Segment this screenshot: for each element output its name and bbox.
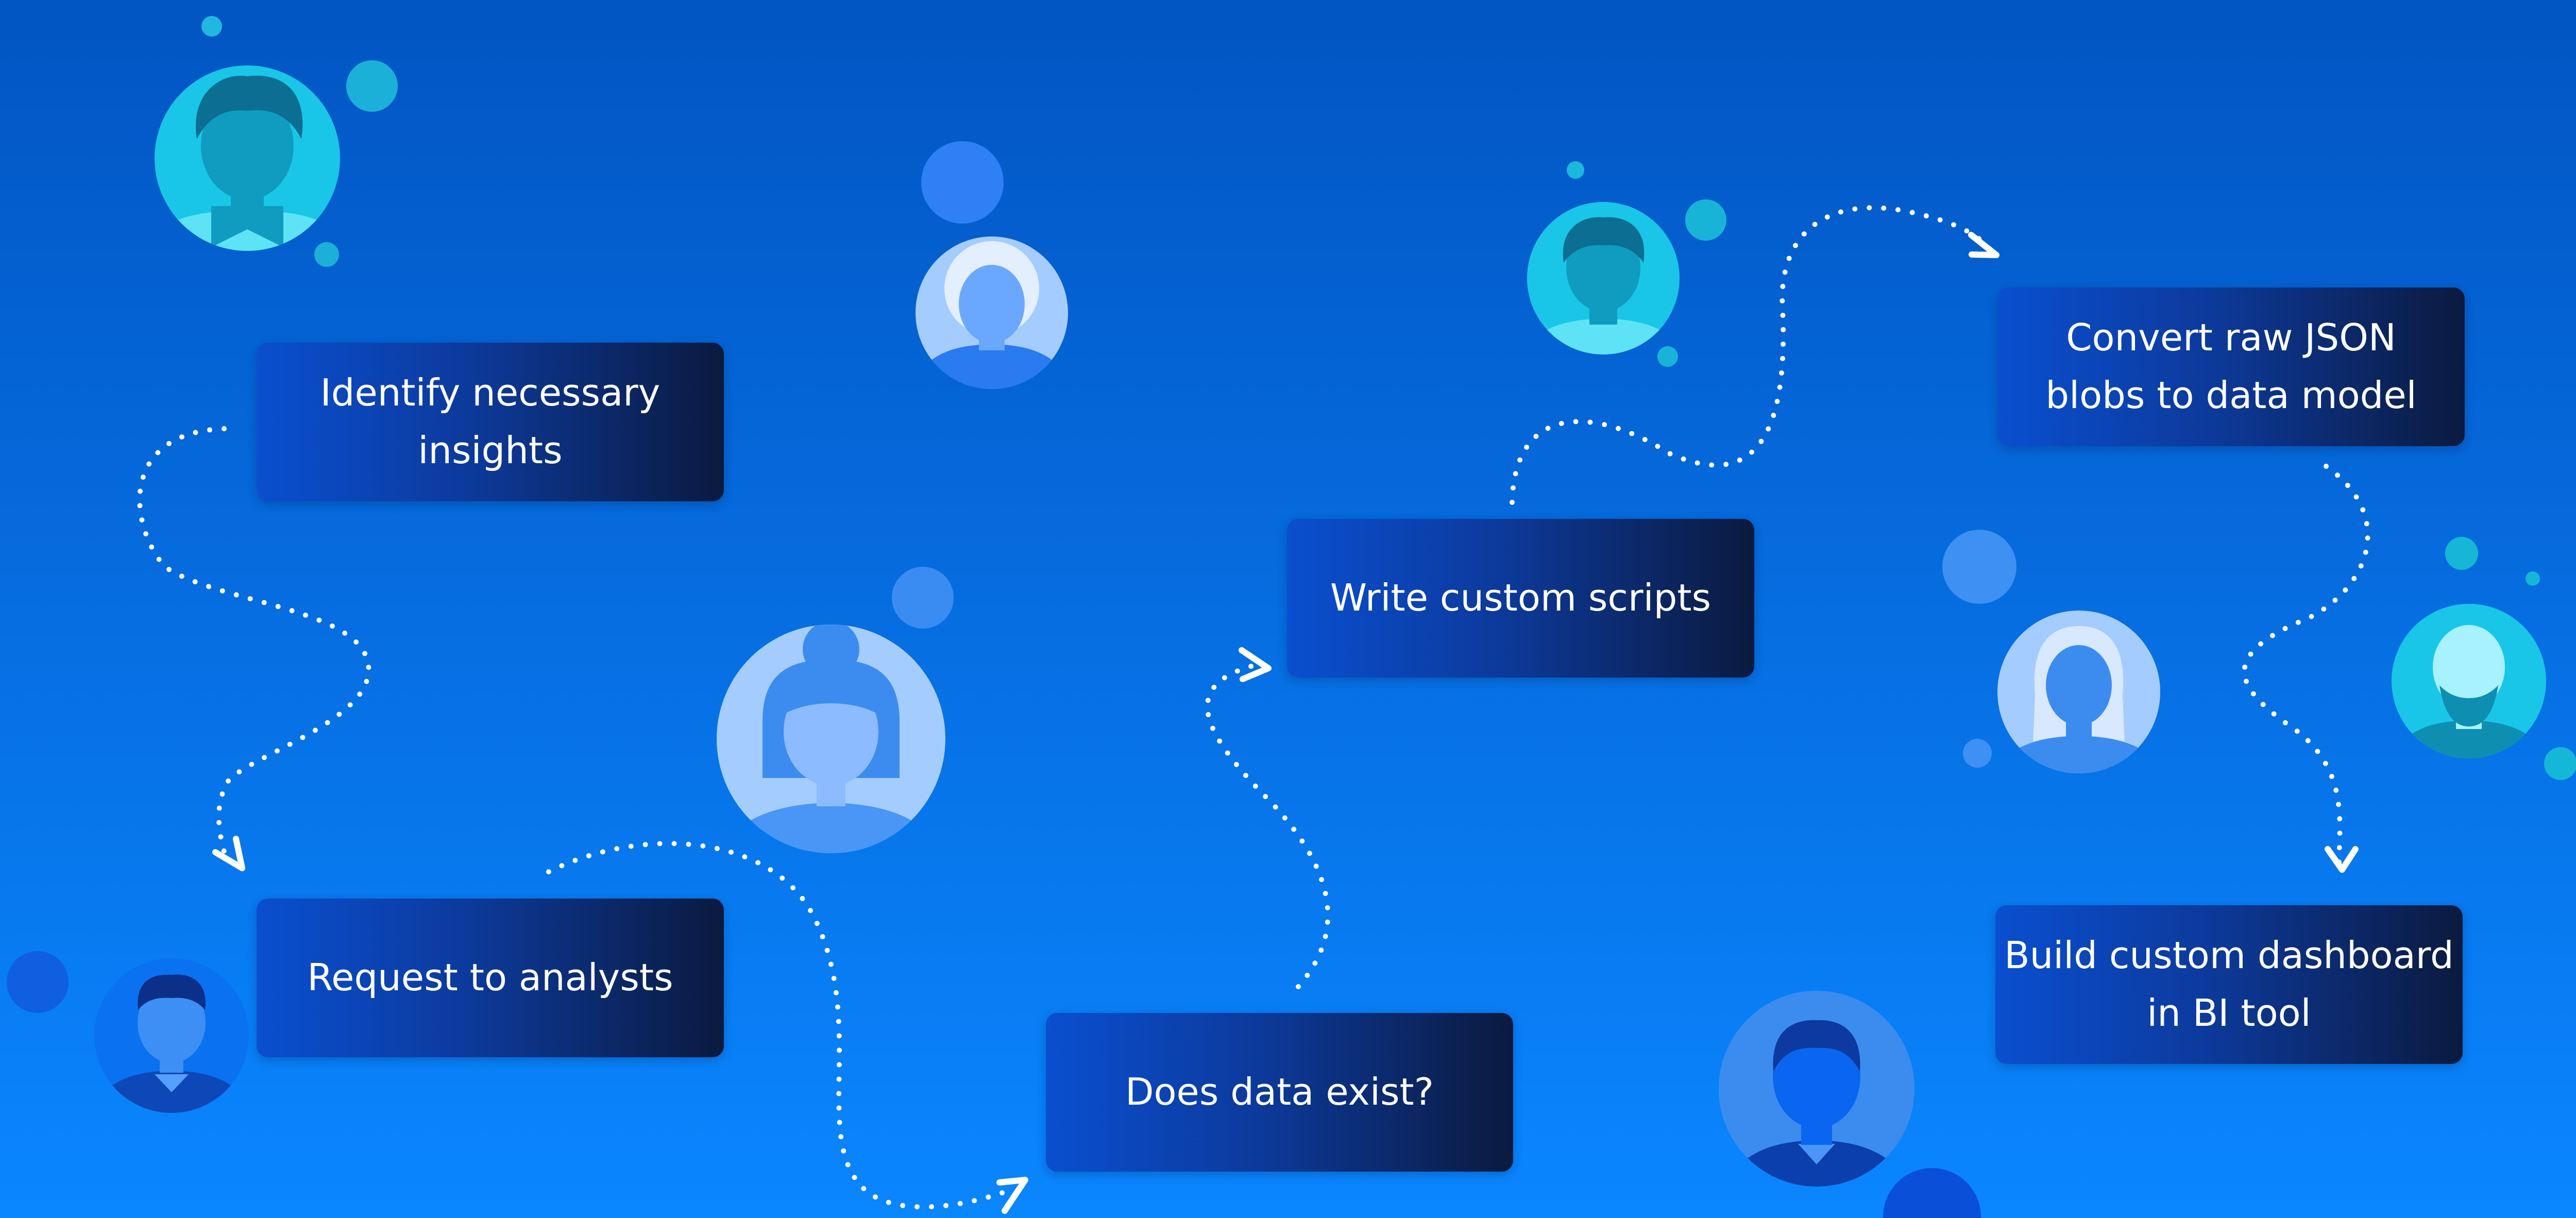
bubble [7,951,69,1013]
step-identify-insights: Identify necessary insights [257,343,724,501]
bubble [1963,739,1992,768]
bubble [2526,571,2540,586]
bubble [346,60,398,112]
step-request-to-analysts: Request to analysts [257,899,724,1057]
bubble [921,141,1004,224]
step-label: Write custom scripts [1330,576,1711,620]
step-write-custom-scripts: Write custom scripts [1287,519,1754,678]
bubble [201,16,222,37]
bubble [1685,199,1726,241]
step-label: Does data exist? [1125,1070,1434,1114]
bubble [1657,346,1678,367]
bubble [314,242,339,267]
bubble [1942,530,2016,604]
step-label: Identify necessary insights [320,371,660,472]
step-build-dashboard: Build custom dashboard in BI tool [1995,905,2463,1064]
bubble [1567,161,1584,179]
step-convert-json: Convert raw JSON blobs to data model [1997,287,2465,446]
step-does-data-exist: Does data exist? [1046,1013,1513,1172]
bubble [892,567,954,629]
bubble [2445,537,2478,570]
bubble [2544,747,2576,780]
step-label: Convert raw JSON blobs to data model [2045,316,2417,417]
step-label: Request to analysts [307,956,673,1000]
step-label: Build custom dashboard in BI tool [2004,934,2454,1035]
